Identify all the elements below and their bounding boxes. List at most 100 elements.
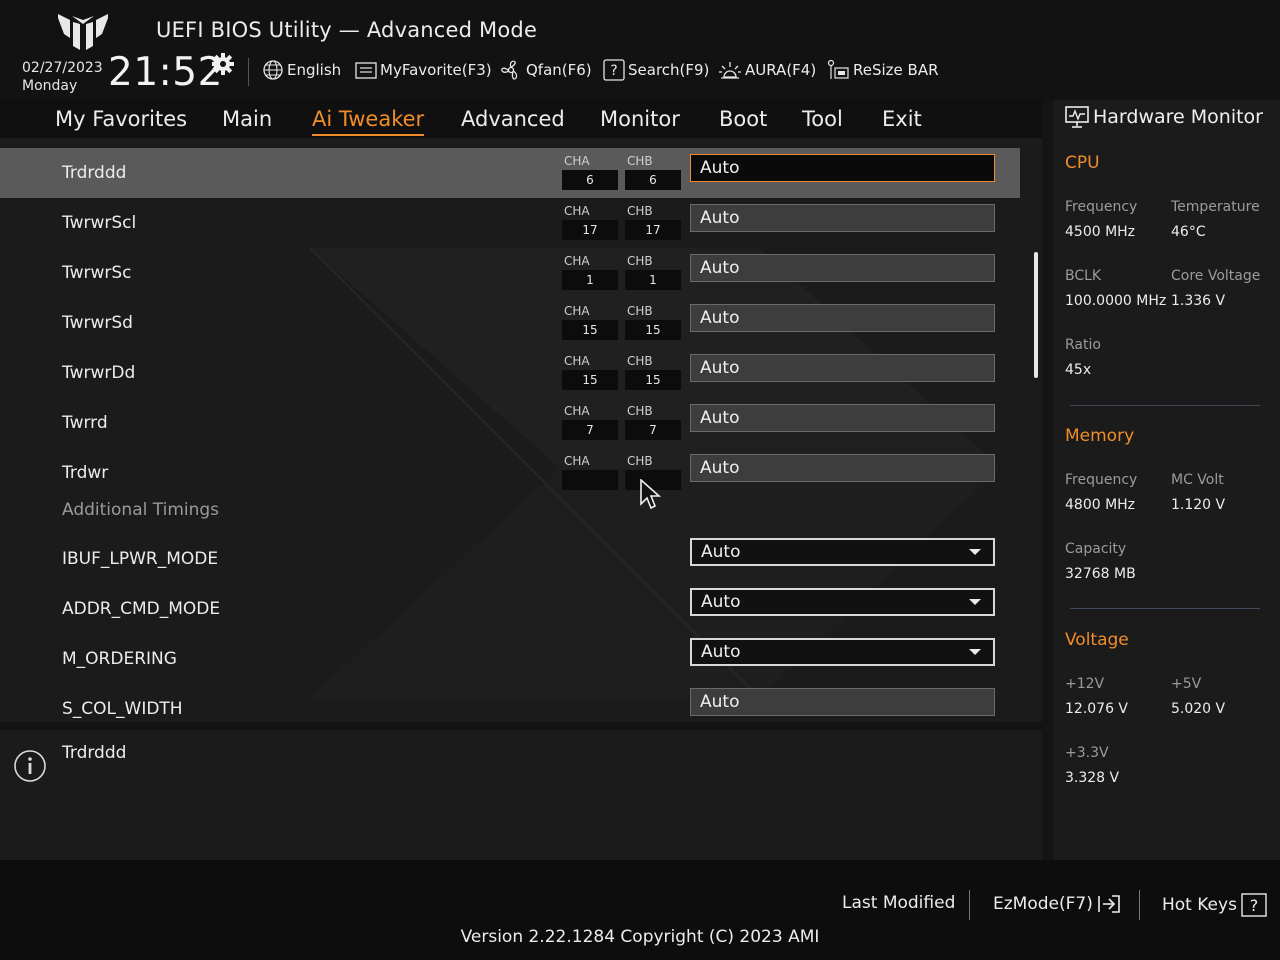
setting-value-dropdown[interactable]: Auto [690,538,995,566]
chb-label: CHB [627,204,653,218]
aura-button[interactable]: AURA(F4) [718,58,816,82]
section-divider [1070,405,1260,406]
setting-row-s-col-width[interactable]: S_COL_WIDTH Auto [0,684,1020,722]
setting-row-twrwrsc[interactable]: TwrwrSc CHA 1 CHB 1 Auto [0,248,1020,298]
setting-label: S_COL_WIDTH [62,699,183,719]
myfavorite-label: MyFavorite(F3) [380,61,492,79]
cha-value-box: CHA 17 [562,204,618,240]
hot-keys-button[interactable]: Hot Keys ? [1162,893,1267,917]
setting-value-input[interactable]: Auto [690,304,995,332]
setting-value-input[interactable]: Auto [690,154,995,182]
myfavorite-button[interactable]: MyFavorite(F3) [355,58,492,82]
setting-value-input[interactable]: Auto [690,404,995,432]
tab-monitor[interactable]: Monitor [600,104,680,134]
setting-label: Trdrddd [62,163,127,183]
setting-row-addr-cmd-mode[interactable]: ADDR_CMD_MODE Auto [0,584,1020,634]
setting-value-input[interactable]: Auto [690,454,995,482]
chb-value-box: CHB 15 [625,354,681,390]
info-icon [14,750,46,782]
chb-value-box: CHB 7 [625,404,681,440]
v33-value: 3.328 V [1065,770,1120,786]
tab-ai-tweaker[interactable]: Ai Tweaker [312,104,425,136]
setting-value-input[interactable]: Auto [690,254,995,282]
tab-boot[interactable]: Boot [719,104,767,134]
resize-bar-label: ReSize BAR [853,61,939,79]
cha-value-box: CHA 15 [562,354,618,390]
ratio-label: Ratio [1065,337,1101,353]
monitor-icon [1065,106,1089,128]
search-label: Search(F9) [628,61,710,79]
ezmode-label: EzMode(F7) [993,894,1093,914]
setting-row-twrrd[interactable]: Twrrd CHA 7 CHB 7 Auto [0,398,1020,448]
cha-value: 15 [562,370,618,390]
last-modified-button[interactable]: Last Modified [842,893,955,913]
setting-row-ibuf-lpwr-mode[interactable]: IBUF_LPWR_MODE Auto [0,534,1020,584]
cha-value [562,470,618,490]
v12-label: +12V [1065,676,1105,692]
setting-row-twrwrsd[interactable]: TwrwrSd CHA 15 CHB 15 Auto [0,298,1020,348]
setting-label: Twrrd [62,413,108,433]
chb-value-box: CHB 17 [625,204,681,240]
tab-my-favorites[interactable]: My Favorites [55,104,187,134]
chb-label: CHB [627,254,653,268]
fan-icon [501,60,518,80]
svg-text:?: ? [1250,896,1259,915]
app-title: UEFI BIOS Utility — Advanced Mode [156,18,538,42]
core-voltage-label: Core Voltage [1171,268,1261,284]
tab-main[interactable]: Main [222,104,272,134]
setting-row-twrwrdd[interactable]: TwrwrDd CHA 15 CHB 15 Auto [0,348,1020,398]
hardware-monitor-header: Hardware Monitor [1065,106,1263,128]
aura-label: AURA(F4) [745,61,817,79]
settings-panel: Trdrddd CHA 6 CHB 6 Auto TwrwrScl CHA 17… [0,138,1042,722]
core-voltage-value: 1.336 V [1171,293,1226,309]
qfan-button[interactable]: Qfan(F6) [499,58,592,82]
setting-value-dropdown[interactable]: Auto [690,588,995,616]
favorite-list-icon [355,62,377,79]
chb-value-box: CHB 1 [625,254,681,290]
setting-row-trdrddd[interactable]: Trdrddd CHA 6 CHB 6 Auto [0,148,1020,198]
settings-scrollbar[interactable] [1034,252,1038,378]
qfan-label: Qfan(F6) [526,61,592,79]
memory-frequency-label: Frequency [1065,472,1138,488]
setting-row-m-ordering[interactable]: M_ORDERING Auto [0,634,1020,684]
setting-row-twrwrscl[interactable]: TwrwrScl CHA 17 CHB 17 Auto [0,198,1020,248]
last-modified-label: Last Modified [842,893,956,913]
tab-advanced[interactable]: Advanced [461,104,565,134]
setting-label: IBUF_LPWR_MODE [62,549,219,569]
tuf-logo-icon [58,14,108,50]
cpu-frequency-value: 4500 MHz [1065,224,1136,240]
setting-value-input[interactable]: Auto [690,204,995,232]
cha-label: CHA [564,404,590,418]
setting-row-trdwr[interactable]: Trdwr CHA CHB Auto [0,448,1020,498]
cha-label: CHA [564,354,590,368]
resize-bar-button[interactable]: ReSize BAR [826,58,939,82]
cpu-temperature-value: 46°C [1171,224,1206,240]
chb-value-box: CHB 15 [625,304,681,340]
hot-keys-label: Hot Keys [1162,895,1237,915]
dropdown-value: Auto [701,642,741,662]
cpu-section-title: CPU [1065,153,1100,173]
setting-label: TwrwrScl [62,213,137,233]
cha-value-box: CHA 7 [562,404,618,440]
cha-label: CHA [564,304,590,318]
language-button[interactable]: English [262,58,341,82]
setting-value-dropdown[interactable]: Auto [690,638,995,666]
ezmode-button[interactable]: EzMode(F7) [993,893,1123,915]
memory-frequency-value: 4800 MHz [1065,497,1136,513]
chb-label: CHB [627,304,653,318]
chb-label: CHB [627,354,653,368]
chb-label: CHB [627,404,653,418]
tab-exit[interactable]: Exit [882,104,922,134]
chb-value: 15 [625,370,681,390]
footer-divider [969,890,970,920]
tab-tool[interactable]: Tool [802,104,843,134]
setting-label: TwrwrSc [62,263,132,283]
mouse-cursor-icon [640,479,662,510]
cha-label: CHA [564,454,590,468]
dropdown-value: Auto [701,542,741,562]
setting-value-input[interactable]: Auto [690,354,995,382]
clock-settings-gear-icon[interactable] [212,53,234,75]
setting-value-input[interactable]: Auto [690,688,995,716]
search-button[interactable]: ? Search(F9) [603,58,709,82]
v5-value: 5.020 V [1171,701,1226,717]
